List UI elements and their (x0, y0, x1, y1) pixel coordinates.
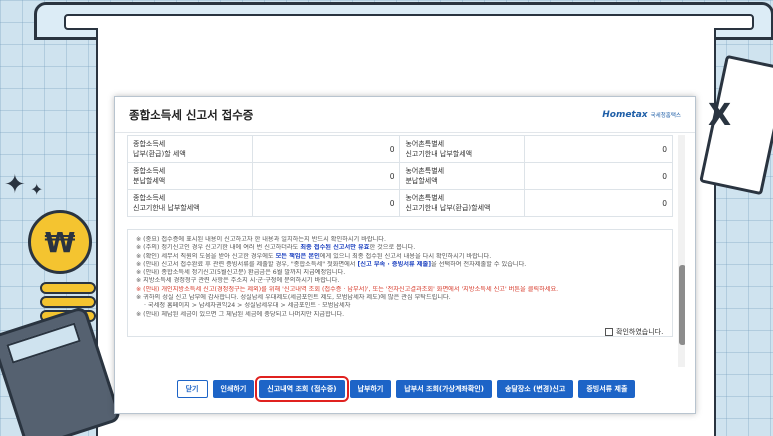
amount-label: 종합소득세 분납할세액 (127, 162, 253, 190)
print-button[interactable]: 인쇄하기 (212, 380, 255, 398)
notice-line: ※ (확인) 세무서 직원의 도움을 받아 신고한 경우에도 모든 책임은 본인… (136, 252, 492, 260)
action-button-row: 닫기 인쇄하기 신고내역 조회 (접수증) 납부하기 납부서 조회(가상계좌확인) 송달장… (115, 375, 697, 403)
notice-box: ※ (중요) 접수증에 표시된 내용이 신고하고자 한 내용과 일치하는지 반드… (127, 229, 673, 337)
notice-line: · 국세청 홈페이지 > 납세자권익24 > 성실납세우대 > 세금포인트 · … (144, 302, 351, 310)
scrollbar-thumb[interactable] (679, 265, 685, 345)
dialog-title: 종합소득세 신고서 접수증 (129, 107, 254, 122)
tax-amounts-table: 종합소득세 납부(환급)할 세액 0 농어촌특별세 신고기한내 납부할세액 0 종합소득세 분… (127, 135, 673, 217)
confirm-checkbox[interactable] (605, 328, 613, 336)
view-filing-history-button[interactable]: 신고내역 조회 (접수증) (255, 376, 349, 402)
close-button[interactable]: 닫기 (176, 380, 208, 398)
amount-value: 0 (251, 135, 401, 163)
amount-value: 0 (251, 189, 401, 217)
amount-value: 0 (524, 189, 673, 217)
hometax-logo: Hometax 국세청홈택스 (602, 110, 681, 120)
coin-stack-icon (40, 296, 96, 308)
notice-line: ※ (주의) 정기신고인 경우 신고기한 내에 여러 번 신고하더라도 최종 접… (136, 244, 416, 252)
view-payment-slip-button[interactable]: 납부서 조회(가상계좌확인) (396, 380, 492, 398)
amount-label: 농어촌특별세 분납할세액 (399, 162, 526, 190)
amount-label: 종합소득세 납부(환급)할 세액 (127, 135, 253, 163)
amount-label: 농어촌특별세 신고기한내 납부할세액 (399, 135, 526, 163)
coin-stack-icon (40, 282, 96, 294)
sparkle-icon: ✦ (4, 170, 26, 200)
table-row: 종합소득세 납부(환급)할 세액 0 농어촌특별세 신고기한내 납부할세액 0 (127, 135, 673, 163)
receipt-x-mark: X (708, 98, 732, 133)
notice-line: ※ (안내) 개인지방소득세 신고(경정청구는 제외)를 위해 '신고내역 조회… (136, 285, 559, 293)
amount-label: 농어촌특별세 신고기한내 납부(환급)할세액 (399, 189, 526, 217)
hometax-logo-mark: Hometax (602, 109, 648, 120)
change-delivery-address-button[interactable]: 송달장소 (변경)신고 (496, 380, 574, 398)
dialog-header: 종합소득세 신고서 접수증 Hometax 국세청홈택스 (115, 97, 695, 133)
confirm-checkbox-row[interactable]: 확인하였습니다. (605, 327, 663, 337)
pay-button[interactable]: 납부하기 (349, 380, 392, 398)
dialog-scrollbar[interactable] (678, 135, 685, 367)
sparkle-icon: ✦ (30, 180, 44, 199)
amount-value: 0 (524, 162, 673, 190)
dialog-body: 종합소득세 납부(환급)할 세액 0 농어촌특별세 신고기한내 납부할세액 0 종합소득세 분… (127, 135, 685, 367)
notice-line: ※ (안내) 체납된 세금이 있으면 그 체납된 세금에 충당되고 나머지만 지… (136, 310, 345, 318)
won-coin-icon: ₩ (28, 210, 92, 274)
notice-line: ※ 지방소득세 경정청구 관련 사항은 주소지 시·군·구청에 문의하시기 바랍… (136, 277, 340, 285)
notice-line: ※ 귀하의 성실 신고 납부에 감사합니다. 성실납세 우대제도(세금포인트 제… (136, 294, 451, 302)
notice-line: ※ (안내) 신고서 접수완료 후 관련 증빙서류를 제출할 경우, "종합소득… (136, 260, 527, 268)
submit-documents-button[interactable]: 증빙서류 제출 (578, 380, 636, 398)
amount-value: 0 (524, 135, 673, 163)
tax-receipt-dialog: 종합소득세 신고서 접수증 Hometax 국세청홈택스 종합소득세 납부(환급)… (114, 96, 696, 414)
amount-label: 종합소득세 신고기한내 납부할세액 (127, 189, 253, 217)
table-row: 종합소득세 분납할세액 0 농어촌특별세 분납할세액 0 (127, 162, 673, 190)
amount-value: 0 (251, 162, 401, 190)
confirm-label: 확인하였습니다. (616, 328, 664, 336)
hometax-logo-subtitle: 국세청홈택스 (650, 112, 681, 119)
notice-line: ※ (안내) 종합소득세 정기신고(5월신고분) 환급금은 6월 말까지 지급예… (136, 269, 346, 277)
table-row: 종합소득세 신고기한내 납부할세액 0 농어촌특별세 신고기한내 납부(환급)할세액 0 (127, 189, 673, 217)
notice-line: ※ (중요) 접수증에 표시된 내용이 신고하고자 한 내용과 일치하는지 반드… (136, 236, 386, 243)
